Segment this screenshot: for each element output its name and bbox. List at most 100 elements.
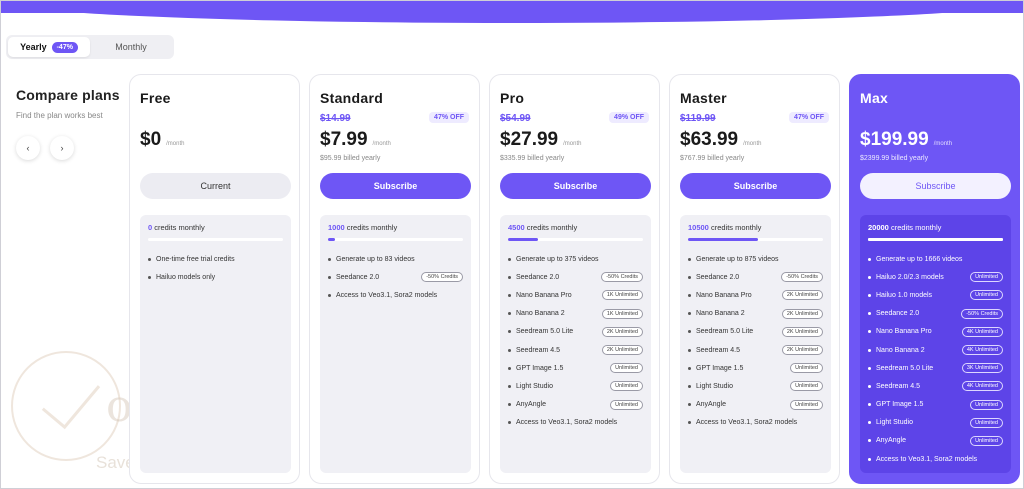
feature-label: Access to Veo3.1, Sora2 models (516, 419, 618, 427)
feature-label-wrap: Access to Veo3.1, Sora2 models (508, 419, 617, 426)
credits-value: 4500 (508, 223, 525, 232)
discount-badge: 49% OFF (609, 112, 649, 123)
bullet-icon (868, 312, 871, 316)
plan-name: Max (860, 90, 889, 106)
subscribe-button[interactable]: Subscribe (320, 173, 471, 199)
feature-label: GPT Image 1.5 (516, 364, 564, 372)
bullet-icon (508, 257, 511, 261)
feature-tag: -50% Credits (421, 272, 463, 283)
feature-tag: 2K Unlimited (781, 345, 823, 356)
feature-label: AnyAngle (696, 401, 726, 409)
feature-label-wrap: Seedream 5.0 Lite (508, 328, 573, 335)
price-row: $7.99 /month (320, 129, 391, 151)
feature-list: Generate up to 375 videos Seedance 2.0 -… (508, 250, 643, 432)
monthly-label: Monthly (115, 42, 147, 52)
watermark-circle-icon (11, 351, 121, 461)
credits-value: 1000 (328, 223, 345, 232)
bullet-icon (688, 348, 691, 352)
feature-tag: Unlimited (610, 381, 643, 392)
watermark-check-icon (41, 367, 101, 430)
feature-tag: Unlimited (970, 272, 1003, 283)
feature-list: Generate up to 1666 videos Hailuo 2.0/2.… (868, 250, 1003, 468)
feature-item: Nano Banana 2 2K Unlimited (688, 305, 823, 323)
price: $7.99 (320, 129, 368, 150)
feature-label-wrap: Nano Banana 2 (508, 310, 565, 317)
plan-card-max: Max $199.99 /month $2399.99 billed yearl… (849, 74, 1020, 484)
next-button[interactable]: › (50, 136, 74, 160)
plan-card-master: Master $119.99 47% OFF $63.99 /month $767.… (669, 74, 840, 484)
feature-item: Nano Banana 2 4K Unlimited (868, 341, 1003, 359)
previous-button[interactable]: ‹ (16, 136, 40, 160)
feature-tag: 4K Unlimited (961, 326, 1003, 337)
feature-label-wrap: Hailuo 1.0 models (868, 292, 932, 299)
feature-label: Generate up to 875 videos (696, 255, 779, 263)
yearly-label: Yearly (20, 42, 47, 52)
feature-label: Seedance 2.0 (876, 310, 920, 318)
feature-label: Nano Banana 2 (696, 310, 745, 318)
plan-name: Pro (500, 90, 525, 106)
feature-item: Generate up to 875 videos (688, 250, 823, 268)
yearly-option[interactable]: Yearly -47% (8, 37, 90, 57)
credits-label: credits monthly (154, 223, 205, 232)
feature-tag: Unlimited (610, 399, 643, 410)
price-period: /month (933, 141, 953, 147)
feature-item: Light Studio Unlimited (508, 377, 643, 395)
feature-label-wrap: Seedance 2.0 (688, 274, 739, 281)
monthly-option[interactable]: Monthly (90, 37, 172, 57)
feature-tag: 3K Unlimited (961, 363, 1003, 374)
feature-label: Nano Banana Pro (696, 291, 752, 299)
price: $63.99 (680, 129, 739, 150)
bullet-icon (508, 384, 511, 388)
bullet-icon (508, 348, 511, 352)
compare-plans-panel: Compare plans Find the plan works best ‹… (16, 87, 128, 160)
bullet-icon (328, 275, 331, 279)
feature-label-wrap: Hailuo models only (148, 274, 215, 281)
feature-label: Seedance 2.0 (516, 273, 560, 281)
feature-tag: 4K Unlimited (961, 381, 1003, 392)
bullet-icon (688, 421, 691, 425)
feature-label: Generate up to 83 videos (336, 255, 415, 263)
feature-label-wrap: Light Studio (688, 383, 733, 390)
feature-tag: -50% Credits (781, 272, 823, 283)
bullet-icon (688, 384, 691, 388)
feature-label: Hailuo models only (156, 273, 216, 281)
price: $27.99 (500, 129, 559, 150)
credits-bar-fill (328, 238, 335, 241)
bullet-icon (868, 366, 871, 370)
feature-item: GPT Image 1.5 Unlimited (688, 359, 823, 377)
feature-label-wrap: GPT Image 1.5 (868, 401, 923, 408)
credits-bar (328, 238, 463, 241)
credits-monthly: 1000 credits monthly (328, 223, 463, 232)
feature-tag: 2K Unlimited (601, 345, 643, 356)
feature-tag: Unlimited (970, 417, 1003, 428)
subscribe-button[interactable]: Subscribe (860, 173, 1011, 199)
price-row: $63.99 /month (680, 129, 761, 151)
bullet-icon (688, 330, 691, 334)
feature-item: Generate up to 1666 videos (868, 250, 1003, 268)
credits-monthly: 4500 credits monthly (508, 223, 643, 232)
feature-item: AnyAngle Unlimited (688, 396, 823, 414)
bullet-icon (868, 457, 871, 461)
subscribe-button[interactable]: Subscribe (680, 173, 831, 199)
subscribe-button[interactable]: Subscribe (500, 173, 651, 199)
credits-label: credits monthly (890, 223, 942, 232)
feature-label-wrap: GPT Image 1.5 (688, 365, 743, 372)
billing-period-toggle[interactable]: Yearly -47% Monthly (6, 35, 174, 59)
feature-item: AnyAngle Unlimited (868, 432, 1003, 450)
feature-panel: 20000 credits monthly Generate up to 166… (860, 215, 1011, 473)
bullet-icon (328, 293, 331, 297)
feature-tag: 1K Unlimited (601, 308, 643, 319)
billed-yearly-note: $335.99 billed yearly (500, 155, 565, 162)
feature-label: Nano Banana Pro (516, 291, 572, 299)
feature-label-wrap: Seedream 4.5 (508, 347, 560, 354)
price-period: /month (166, 141, 185, 147)
plan-name: Master (680, 90, 727, 106)
feature-item: Seedream 4.5 4K Unlimited (868, 377, 1003, 395)
current-plan-button[interactable]: Current (140, 173, 291, 199)
feature-label: Generate up to 375 videos (516, 255, 599, 263)
bullet-icon (868, 421, 871, 425)
bullet-icon (688, 275, 691, 279)
bullet-icon (688, 293, 691, 297)
page-title: Compare plans (16, 87, 120, 103)
feature-label: AnyAngle (516, 401, 546, 409)
